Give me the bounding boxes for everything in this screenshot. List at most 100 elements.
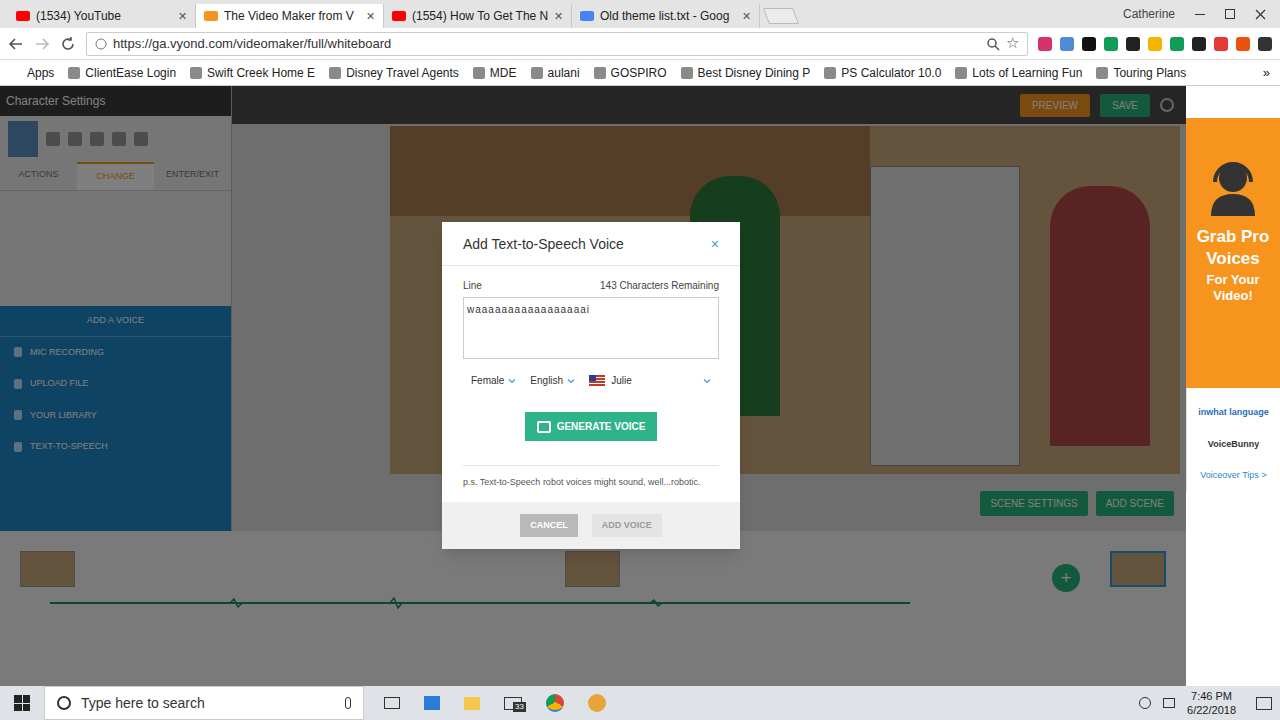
bookmark[interactable]: aulani: [531, 64, 580, 82]
restore-icon[interactable]: [1225, 9, 1235, 19]
tray-icon[interactable]: [1139, 697, 1151, 709]
app-icon[interactable]: [588, 694, 606, 712]
add-voice-button: ADD VOICE: [592, 514, 662, 538]
explorer-icon[interactable]: [464, 697, 480, 710]
language-select[interactable]: English: [530, 373, 575, 388]
mail-badge: 33: [513, 702, 526, 712]
bookmark[interactable]: Apps: [10, 64, 54, 82]
bookmark[interactable]: PS Calculator 10.0: [824, 64, 941, 82]
chars-remaining: 143 Characters Remaining: [600, 278, 719, 293]
chrome-icon[interactable]: [546, 694, 564, 712]
close-button[interactable]: ×: [711, 234, 719, 255]
extension-icon[interactable]: [1104, 37, 1118, 51]
store-icon[interactable]: [424, 696, 440, 710]
editor: Character SettingsACTIONSCHANGEENTER/EXI…: [0, 86, 1186, 686]
close-tab-icon[interactable]: ✕: [742, 8, 751, 25]
voiceover-tips[interactable]: Voiceover Tips >: [1200, 469, 1266, 483]
bookmark-icon: [824, 67, 836, 79]
partner-logo[interactable]: VoiceBunny: [1208, 438, 1259, 452]
ad-banner[interactable]: Grab Pro VoicesFor Your Video!: [1186, 118, 1280, 388]
bookmark-icon: [594, 67, 606, 79]
taskbar: Type here to search 33 7:46 PM6/22/2018: [0, 686, 1280, 720]
forward-icon[interactable]: [34, 36, 50, 52]
search-circle-icon: [57, 696, 71, 710]
line-label: Line: [463, 278, 482, 293]
clock-date[interactable]: 6/22/2018: [1187, 703, 1236, 717]
address-bar: https://ga.vyond.com/videomaker/full/whi…: [0, 28, 1280, 60]
bookmark[interactable]: Lots of Learning Fun: [955, 64, 1082, 82]
bookmark-icon: [681, 67, 693, 79]
extension-icon[interactable]: [1258, 37, 1272, 51]
extension-icon[interactable]: [1236, 37, 1250, 51]
extension-icon[interactable]: [1148, 37, 1162, 51]
app-area: Character SettingsACTIONSCHANGEENTER/EXI…: [0, 86, 1280, 686]
dialog-title: Add Text-to-Speech Voice: [463, 234, 624, 255]
bookmark-icon: [473, 67, 485, 79]
browser-tab[interactable]: (1534) YouTube✕: [8, 4, 196, 28]
close-tab-icon[interactable]: ✕: [178, 8, 187, 25]
back-icon[interactable]: [8, 36, 24, 52]
gender-select[interactable]: Female: [471, 373, 516, 388]
extension-icon[interactable]: [1038, 37, 1052, 51]
bookmark-icon: [68, 67, 80, 79]
new-tab-button[interactable]: [763, 8, 799, 24]
generate-voice-button[interactable]: GENERATE VOICE: [525, 412, 658, 441]
bookmark[interactable]: Swift Creek Home E: [190, 64, 315, 82]
clock-time[interactable]: 7:46 PM: [1191, 689, 1232, 703]
dialog-note: p.s. Text-to-Speech robot voices might s…: [463, 465, 719, 502]
star-icon[interactable]: ☆: [1006, 32, 1019, 55]
extension-icon[interactable]: [1214, 37, 1228, 51]
line-textarea[interactable]: waaaaaaaaaaaaaaaaai: [463, 297, 719, 359]
mail-icon[interactable]: 33: [504, 697, 522, 710]
close-window-icon[interactable]: [1255, 9, 1266, 20]
extension-icon[interactable]: [1060, 37, 1074, 51]
favicon-icon: [392, 11, 406, 21]
chevron-down-icon: [508, 377, 516, 385]
ad-panel: Grab Pro VoicesFor Your Video! inwhat lan…: [1186, 86, 1280, 686]
favicon-icon: [580, 11, 594, 21]
zoom-icon[interactable]: [986, 37, 1000, 51]
cancel-button[interactable]: CANCEL: [520, 514, 578, 538]
voice-select[interactable]: Julie: [589, 373, 711, 388]
info-icon[interactable]: [95, 38, 107, 50]
mic-icon[interactable]: [345, 697, 351, 709]
extension-icon[interactable]: [1126, 37, 1140, 51]
bookmark[interactable]: MDE: [473, 64, 517, 82]
bookmarks-bar: Apps ClientEase Login Swift Creek Home E Di…: [0, 60, 1280, 86]
more-bookmarks[interactable]: »: [1263, 63, 1270, 83]
start-button[interactable]: [0, 695, 44, 711]
browser-tab[interactable]: The Video Maker from V✕: [196, 4, 384, 28]
extension-icon[interactable]: [1170, 37, 1184, 51]
bookmark-icon: [190, 67, 202, 79]
profile-name[interactable]: Catherine: [1123, 5, 1175, 23]
task-view-icon[interactable]: [384, 697, 400, 709]
minimize-icon[interactable]: [1195, 14, 1205, 15]
screen: (1534) YouTube✕The Video Maker from V✕(1…: [0, 0, 1280, 720]
bookmark-icon: [531, 67, 543, 79]
chevron-down-icon: [703, 377, 711, 385]
bookmark[interactable]: Disney Travel Agents: [329, 64, 459, 82]
bookmark-icon: [955, 67, 967, 79]
url-field[interactable]: https://ga.vyond.com/videomaker/full/whi…: [86, 32, 1028, 56]
tray-icon[interactable]: [1163, 698, 1175, 708]
extension-icon[interactable]: [1192, 37, 1206, 51]
reload-icon[interactable]: [60, 36, 76, 52]
headset-icon: [1205, 154, 1261, 216]
bookmark[interactable]: GOSPIRO: [594, 64, 667, 82]
bookmark-icon: [1096, 67, 1108, 79]
notifications-icon[interactable]: [1256, 697, 1272, 710]
close-tab-icon[interactable]: ✕: [554, 8, 563, 25]
bookmark-icon: [329, 67, 341, 79]
close-tab-icon[interactable]: ✕: [366, 8, 375, 25]
extension-icon[interactable]: [1082, 37, 1096, 51]
browser-tab[interactable]: Old theme list.txt - Goog✕: [572, 4, 760, 28]
favicon-icon: [16, 11, 30, 21]
us-flag-icon: [589, 375, 605, 386]
partner-logo[interactable]: inwhat language: [1198, 406, 1269, 420]
chevron-down-icon: [567, 377, 575, 385]
bookmark[interactable]: Best Disney Dining P: [681, 64, 811, 82]
bookmark[interactable]: Touring Plans: [1096, 64, 1186, 82]
search-box[interactable]: Type here to search: [44, 686, 364, 720]
bookmark[interactable]: ClientEase Login: [68, 64, 176, 82]
browser-tab[interactable]: (1554) How To Get The N✕: [384, 4, 572, 28]
